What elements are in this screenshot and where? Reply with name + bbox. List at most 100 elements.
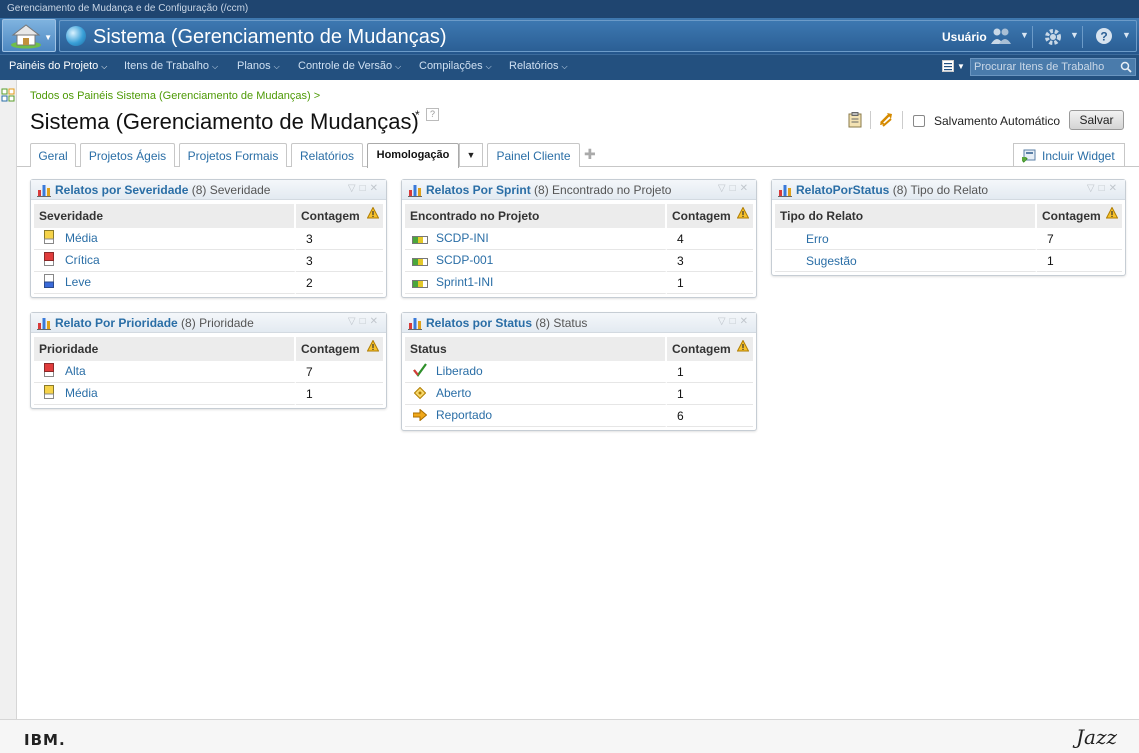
widget-controls[interactable]: ▽□✕ (718, 316, 752, 327)
chevron-down-icon[interactable]: ▼ (957, 62, 965, 71)
table-row[interactable]: Leve 2 (34, 272, 383, 294)
row-link[interactable]: Aberto (436, 386, 471, 400)
row-link[interactable]: Liberado (436, 364, 483, 378)
row-link[interactable]: Alta (65, 364, 86, 378)
warning-icon[interactable] (1106, 207, 1118, 219)
column-header[interactable]: Prioridade (34, 337, 296, 361)
table-row[interactable]: Alta 7 (34, 361, 383, 383)
include-widget-button[interactable]: Incluir Widget (1013, 143, 1125, 167)
tab-homologacao[interactable]: Homologação (367, 143, 459, 168)
search-icon[interactable] (1120, 61, 1132, 73)
row-link[interactable]: Sugestão (806, 254, 857, 268)
row-link[interactable]: SCDP-001 (436, 253, 493, 267)
bar-chart-icon (37, 185, 51, 197)
table-row[interactable]: Reportado 6 (405, 405, 753, 427)
widget-controls[interactable]: ▽□✕ (348, 183, 382, 194)
chevron-down-icon[interactable]: ▼ (1070, 30, 1079, 40)
column-header[interactable]: Contagem (296, 337, 383, 361)
clipboard-icon[interactable] (848, 112, 862, 128)
table-row[interactable]: Sugestão 1 (775, 250, 1122, 272)
row-count: 4 (667, 228, 753, 250)
table-row[interactable]: SCDP-INI 4 (405, 228, 753, 250)
chevron-down-icon[interactable]: ▼ (1020, 30, 1029, 40)
widget-controls[interactable]: ▽□✕ (1087, 183, 1121, 194)
widget-header: Relatos por Severidade (8) Severidade ▽□… (31, 180, 386, 200)
widget-title[interactable]: Relatos Por Sprint (426, 183, 531, 197)
column-header[interactable]: Tipo do Relato (775, 204, 1037, 228)
column-header[interactable]: Contagem (296, 204, 383, 228)
search-input[interactable] (971, 59, 1117, 75)
widget-table: Status Contagem Liberado 1 Aberto 1 Repo… (405, 337, 753, 427)
dashboard-help-button[interactable]: ? (426, 108, 439, 121)
column-header[interactable]: Contagem (667, 337, 753, 361)
dashboard-grid-icon[interactable] (1, 88, 15, 102)
row-link[interactable]: Leve (65, 275, 91, 289)
row-link[interactable]: Média (65, 386, 98, 400)
column-header[interactable]: Contagem (667, 204, 753, 228)
search-scope-icon[interactable] (942, 60, 954, 72)
row-link[interactable]: SCDP-INI (436, 231, 489, 245)
row-link[interactable]: Sprint1-INI (436, 275, 493, 289)
row-count: 7 (296, 361, 383, 383)
tab-projetos-formais[interactable]: Projetos Formais (179, 143, 287, 167)
row-label-cell: Reportado (405, 405, 667, 427)
row-label-cell: Erro (775, 228, 1037, 250)
row-link[interactable]: Média (65, 231, 98, 245)
widget-title[interactable]: Relatos por Status (426, 316, 532, 330)
menu-reports[interactable]: Relatórios ⌵ (509, 60, 568, 72)
gear-icon[interactable] (1043, 27, 1063, 52)
menu-label: Relatórios (509, 60, 559, 72)
widget-title[interactable]: Relato Por Prioridade (55, 316, 178, 330)
column-header[interactable]: Encontrado no Projeto (405, 204, 667, 228)
iteration-icon (412, 277, 428, 291)
toolbar-divider (902, 111, 903, 129)
table-row[interactable]: Sprint1-INI 1 (405, 272, 753, 294)
warning-icon[interactable] (367, 207, 379, 219)
widget-title[interactable]: Relatos por Severidade (55, 183, 188, 197)
chevron-down-icon[interactable]: ▼ (1122, 30, 1131, 40)
row-label-cell: Liberado (405, 361, 667, 383)
home-button[interactable]: ▼ (2, 19, 56, 52)
table-row[interactable]: SCDP-001 3 (405, 250, 753, 272)
widget-controls[interactable]: ▽□✕ (348, 316, 382, 327)
row-link[interactable]: Reportado (436, 408, 492, 422)
table-row[interactable]: Aberto 1 (405, 383, 753, 405)
menu-plans[interactable]: Planos ⌵ (237, 60, 280, 72)
column-header[interactable]: Status (405, 337, 667, 361)
help-icon[interactable]: ? (1095, 27, 1113, 50)
project-area-banner: Sistema (Gerenciamento de Mudanças) Usuá… (59, 20, 1137, 52)
column-header[interactable]: Severidade (34, 204, 296, 228)
autosave-checkbox[interactable] (913, 115, 925, 127)
row-link[interactable]: Crítica (65, 253, 100, 267)
status-open-icon (412, 386, 428, 402)
tab-menu-button[interactable]: ▼ (459, 143, 483, 167)
widget-controls[interactable]: ▽□✕ (718, 183, 752, 194)
widget-title[interactable]: RelatoPorStatus (796, 183, 889, 197)
save-button[interactable]: Salvar (1069, 110, 1124, 130)
menu-source-control[interactable]: Controle de Versão ⌵ (298, 60, 401, 72)
bar-chart-icon (37, 318, 51, 330)
warning-icon[interactable] (367, 340, 379, 352)
table-row[interactable]: Crítica 3 (34, 250, 383, 272)
tab-geral[interactable]: Geral (30, 143, 76, 167)
row-link[interactable]: Erro (806, 232, 829, 246)
menu-work-items[interactable]: Itens de Trabalho ⌵ (124, 60, 218, 72)
table-row[interactable]: Média 3 (34, 228, 383, 250)
users-icon[interactable] (990, 27, 1012, 50)
menu-builds[interactable]: Compilações ⌵ (419, 60, 492, 72)
table-row[interactable]: Média 1 (34, 383, 383, 405)
refresh-icon[interactable] (878, 112, 894, 128)
table-row[interactable]: Liberado 1 (405, 361, 753, 383)
add-tab-icon[interactable]: ✚ (584, 146, 596, 163)
bar-chart-icon (778, 185, 792, 197)
menu-project-dashboards[interactable]: Painéis do Projeto ⌵ (9, 60, 107, 72)
tab-painel-cliente[interactable]: Painel Cliente (487, 143, 580, 167)
warning-icon[interactable] (737, 340, 749, 352)
column-header[interactable]: Contagem (1037, 204, 1122, 228)
tab-relatorios[interactable]: Relatórios (291, 143, 363, 167)
table-row[interactable]: Erro 7 (775, 228, 1122, 250)
breadcrumb[interactable]: Todos os Painéis Sistema (Gerenciamento … (30, 90, 320, 102)
warning-icon[interactable] (737, 207, 749, 219)
tab-projetos-ageis[interactable]: Projetos Ágeis (80, 143, 175, 167)
user-menu-label[interactable]: Usuário (942, 30, 987, 44)
